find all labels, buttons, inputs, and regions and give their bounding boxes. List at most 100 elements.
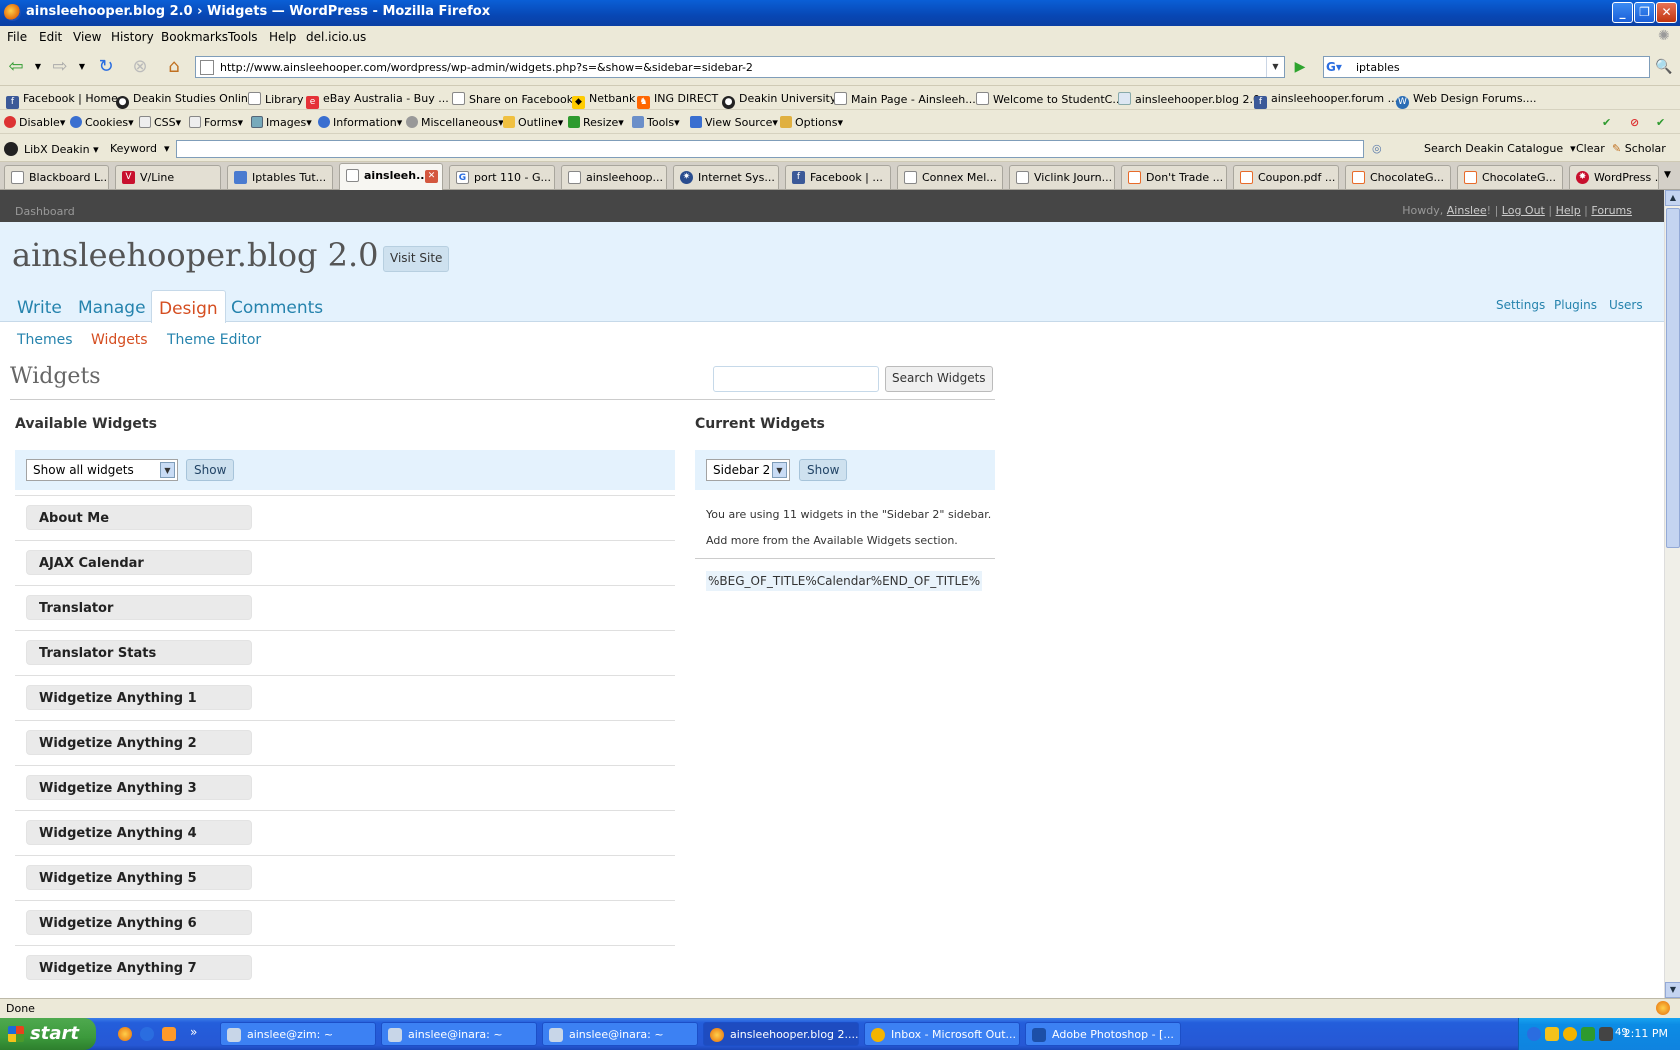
tab-manage[interactable]: Manage <box>71 290 153 323</box>
maximize-button[interactable]: ❐ <box>1634 2 1655 23</box>
libx-search-catalogue[interactable]: Search Deakin Catalogue ▾ <box>1424 142 1576 155</box>
libx-search-input[interactable] <box>176 140 1364 158</box>
bookmark-item[interactable]: Main Page - Ainsleeh... <box>834 92 976 106</box>
menu-history[interactable]: History <box>111 30 154 44</box>
bookmark-item[interactable]: ainsleehooper.blog 2.0 <box>1118 92 1260 106</box>
widget-filter-select[interactable]: Show all widgets ▼ <box>26 459 178 481</box>
bookmark-item[interactable]: Library <box>248 92 303 106</box>
browser-tab[interactable]: Blackboard L... <box>4 165 109 189</box>
users-link[interactable]: Users <box>1609 298 1643 312</box>
tray-outlook-icon[interactable] <box>1563 1027 1577 1041</box>
tray-security-icon[interactable] <box>1581 1027 1595 1041</box>
taskbar-item-active[interactable]: ainsleehooper.blog 2.... <box>703 1022 859 1046</box>
quicklaunch-ie-icon[interactable] <box>140 1027 154 1041</box>
menu-bookmarks[interactable]: Bookmarks <box>161 30 228 44</box>
quicklaunch-firefox-icon[interactable] <box>118 1027 132 1041</box>
widget-handle[interactable]: Widgetize Anything 6 <box>26 910 252 935</box>
menu-delicious[interactable]: del.icio.us <box>306 30 366 44</box>
back-icon[interactable]: ⇦ <box>4 56 28 78</box>
taskbar-item[interactable]: ainslee@zim: ~ <box>220 1022 376 1046</box>
tab-list-dropdown-icon[interactable]: ▼ <box>1664 170 1671 180</box>
validation-ok-icon[interactable]: ✔ <box>1656 116 1665 129</box>
wd-outline[interactable]: Outline▾ <box>503 116 563 129</box>
settings-link[interactable]: Settings <box>1496 298 1545 312</box>
wd-forms[interactable]: Forms▾ <box>189 116 243 129</box>
tab-write[interactable]: Write <box>10 290 69 323</box>
widget-handle[interactable]: Widgetize Anything 4 <box>26 820 252 845</box>
valid-check-icon[interactable]: ✔ <box>1602 116 1611 129</box>
taskbar-item[interactable]: ainslee@inara: ~ <box>542 1022 698 1046</box>
google-engine-icon[interactable]: G▾ <box>1326 59 1354 75</box>
browser-tab[interactable]: ✸ WordPress ... <box>1569 165 1659 189</box>
forward-icon[interactable]: ⇨ <box>48 56 72 78</box>
web-search-input[interactable]: G▾ iptables <box>1323 56 1650 78</box>
taskbar-item[interactable]: ainslee@inara: ~ <box>381 1022 537 1046</box>
wd-css[interactable]: CSS▾ <box>139 116 181 129</box>
bookmark-item[interactable]: Share on Facebook <box>452 92 573 106</box>
libx-clear-button[interactable]: Clear <box>1576 142 1605 155</box>
browser-tab[interactable]: ✷ Internet Sys... <box>673 165 779 189</box>
browser-tab[interactable]: ainsleehoop... <box>561 165 667 189</box>
wd-resize[interactable]: Resize▾ <box>568 116 624 129</box>
visit-site-button[interactable]: Visit Site <box>383 246 450 272</box>
bookmark-item[interactable]: ● Deakin University <box>722 92 836 109</box>
libx-keyword-dropdown[interactable]: Keyword ▾ <box>110 142 170 155</box>
menu-view[interactable]: View <box>73 30 101 44</box>
forward-dropdown-icon[interactable]: ▼ <box>76 56 88 78</box>
search-widgets-button[interactable]: Search Widgets <box>885 366 993 392</box>
web-search-value[interactable]: iptables <box>1356 61 1400 74</box>
browser-tab[interactable]: Gport 110 - G... <box>449 165 555 189</box>
widget-handle[interactable]: Widgetize Anything 2 <box>26 730 252 755</box>
scroll-down-icon[interactable]: ▼ <box>1665 982 1680 998</box>
quicklaunch-more-icon[interactable]: » <box>190 1025 197 1039</box>
menu-edit[interactable]: Edit <box>39 30 62 44</box>
close-tab-icon[interactable]: ✕ <box>425 170 438 183</box>
page-scrollbar[interactable]: ▲ ▼ <box>1664 190 1680 998</box>
bookmark-item[interactable]: ◆ Netbank <box>572 92 635 109</box>
home-icon[interactable]: ⌂ <box>162 56 186 78</box>
libx-go-icon[interactable]: ◎ <box>1372 142 1382 155</box>
help-link[interactable]: Help <box>1556 204 1581 217</box>
wd-options[interactable]: Options▾ <box>780 116 843 129</box>
bookmark-item[interactable]: W Web Design Forums.... <box>1396 92 1537 109</box>
libx-scholar-button[interactable]: ✎ Scholar <box>1612 142 1666 155</box>
url-text[interactable]: http://www.ainsleehooper.com/wordpress/w… <box>220 61 753 74</box>
bookmark-item[interactable]: Welcome to StudentC... <box>976 92 1123 106</box>
current-widget-item[interactable]: %BEG_OF_TITLE%Calendar%END_OF_TITLE% <box>706 571 983 591</box>
bookmark-item[interactable]: e eBay Australia - Buy ... <box>306 92 449 109</box>
menu-tools[interactable]: Tools <box>228 30 258 44</box>
error-icon[interactable]: ⊘ <box>1630 116 1639 129</box>
reload-icon[interactable]: ↻ <box>94 56 118 78</box>
bookmark-item[interactable]: f ainsleehooper.forum ... <box>1254 92 1398 109</box>
subtab-theme-editor[interactable]: Theme Editor <box>167 332 261 348</box>
back-dropdown-icon[interactable]: ▼ <box>32 56 44 78</box>
menu-help[interactable]: Help <box>269 30 296 44</box>
wd-cookies[interactable]: Cookies▾ <box>70 116 134 129</box>
close-window-button[interactable]: ✕ <box>1656 2 1677 23</box>
wd-information[interactable]: Information▾ <box>318 116 402 129</box>
show-available-button[interactable]: Show <box>186 459 235 481</box>
widget-handle[interactable]: AJAX Calendar <box>26 550 252 575</box>
minimize-button[interactable]: _ <box>1612 2 1633 23</box>
widget-handle[interactable]: About Me <box>26 505 252 530</box>
browser-tab[interactable]: ChocolateG... <box>1457 165 1563 189</box>
widget-handle[interactable]: Widgetize Anything 3 <box>26 775 252 800</box>
tab-design[interactable]: Design <box>151 290 226 323</box>
widget-handle[interactable]: Widgetize Anything 7 <box>26 955 252 980</box>
dashboard-link[interactable]: Dashboard <box>15 205 75 218</box>
wd-images[interactable]: Images▾ <box>251 116 312 129</box>
stop-icon[interactable]: ⊗ <box>128 56 152 78</box>
tray-app-icon[interactable] <box>1599 1027 1613 1041</box>
scrollbar-thumb[interactable] <box>1666 208 1680 548</box>
bookmark-item[interactable]: ♞ ING DIRECT <box>637 92 718 109</box>
widget-handle[interactable]: Translator <box>26 595 252 620</box>
menu-file[interactable]: File <box>7 30 27 44</box>
widget-search-input[interactable] <box>713 366 879 392</box>
quicklaunch-app-icon[interactable] <box>162 1027 176 1041</box>
tray-back-icon[interactable] <box>1527 1027 1541 1041</box>
subtab-themes[interactable]: Themes <box>17 332 73 348</box>
subtab-widgets[interactable]: Widgets <box>91 332 148 348</box>
bookmark-item[interactable]: ● Deakin Studies Online <box>116 92 255 109</box>
plugins-link[interactable]: Plugins <box>1554 298 1597 312</box>
sidebar-select[interactable]: Sidebar 2 ▼ <box>706 459 790 481</box>
